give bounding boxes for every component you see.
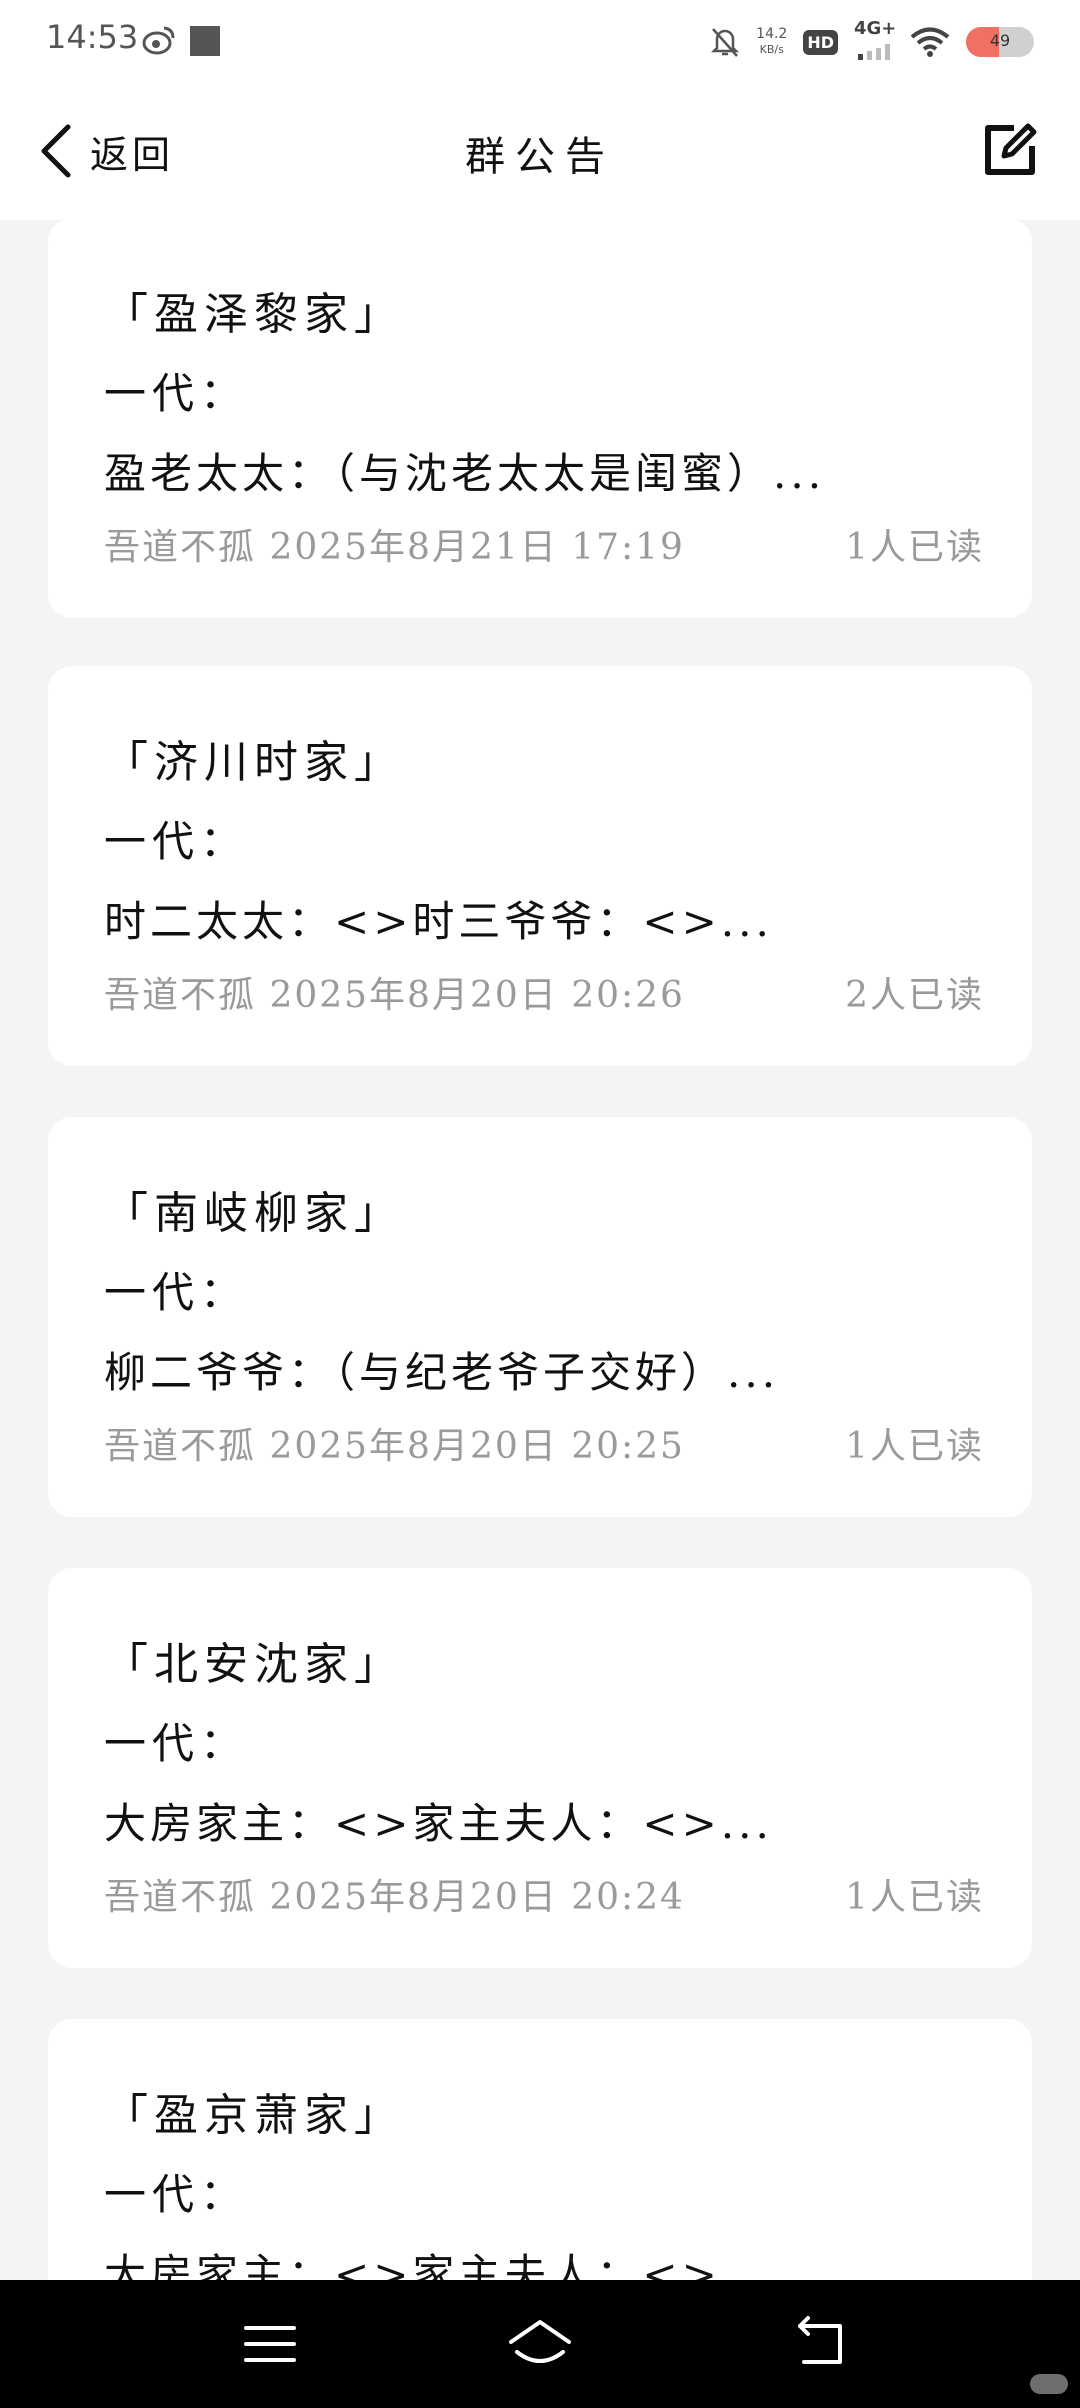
announcement-preview: 大房家主：<>家主夫人：<>... [104, 2250, 773, 2280]
announcement-meta: 吾道不孤 2025年8月20日 20:26 [104, 975, 685, 1016]
edit-icon[interactable] [980, 120, 1040, 180]
battery-icon: 49 [966, 27, 1034, 57]
announcement-card[interactable]: 「北安沈家」 一代： 大房家主：<>家主夫人：<>... 吾道不孤 2025年8… [48, 1568, 1032, 1968]
announcement-preview: 时二太太：<>时三爷爷：<>... [104, 897, 773, 946]
announcement-generation: 一代： [104, 817, 249, 866]
announcement-meta: 吾道不孤 2025年8月21日 17:19 [104, 527, 685, 568]
weibo-icon [142, 26, 175, 55]
network-speed-unit: KB/s [759, 43, 784, 56]
announcement-title: 「盈京萧家」 [104, 2090, 404, 2141]
network-speed: 14.2 KB/s [756, 27, 787, 57]
announcement-card[interactable]: 「盈京萧家」 一代： 大房家主：<>家主夫人：<>... [48, 2019, 1032, 2280]
announcement-list[interactable]: 「盈泽黎家」 一代： 盈老太太：（与沈老太太是闺蜜）... 吾道不孤 2025年… [0, 0, 1080, 2280]
status-time: 14:53 [46, 18, 139, 56]
app-header: 返回 群公告 [0, 80, 1080, 220]
announcement-preview: 柳二爷爷：（与纪老爷子交好）... [104, 1348, 780, 1397]
notification-icon [190, 26, 220, 56]
announcement-read-count[interactable]: 1人已读 [845, 1417, 984, 1469]
menu-icon[interactable] [240, 2314, 300, 2374]
announcement-meta: 吾道不孤 2025年8月20日 20:25 [104, 1426, 685, 1467]
network-type: 4G+ [854, 18, 897, 39]
status-bar: 14:53 14.2 KB/s HD 4G+ 49 [0, 0, 1080, 80]
page-title: 群公告 [465, 134, 615, 180]
home-icon[interactable] [505, 2314, 575, 2374]
mute-icon [711, 28, 740, 57]
announcement-generation: 一代： [104, 369, 249, 418]
announcement-card[interactable]: 「济川时家」 一代： 时二太太：<>时三爷爷：<>... 吾道不孤 2025年8… [48, 666, 1032, 1066]
hd-badge: HD [803, 29, 838, 55]
announcement-generation: 一代： [104, 1719, 249, 1768]
announcement-title: 「济川时家」 [104, 737, 404, 788]
announcement-read-count[interactable]: 1人已读 [845, 518, 984, 570]
wifi-icon [910, 27, 950, 57]
announcement-generation: 一代： [104, 2170, 249, 2219]
navigation-bar [0, 2280, 1080, 2408]
announcement-title: 「南岐柳家」 [104, 1188, 404, 1239]
announcement-title: 「北安沈家」 [104, 1639, 404, 1690]
announcement-meta: 吾道不孤 2025年8月20日 20:24 [104, 1877, 685, 1918]
battery-level: 49 [989, 31, 1011, 50]
announcement-preview: 盈老太太：（与沈老太太是闺蜜）... [104, 449, 826, 498]
announcement-read-count[interactable]: 1人已读 [845, 1868, 984, 1920]
announcement-title: 「盈泽黎家」 [104, 289, 404, 340]
back-arrow-icon[interactable] [790, 2314, 850, 2374]
announcement-card[interactable]: 「盈泽黎家」 一代： 盈老太太：（与沈老太太是闺蜜）... 吾道不孤 2025年… [48, 218, 1032, 618]
announcement-card[interactable]: 「南岐柳家」 一代： 柳二爷爷：（与纪老爷子交好）... 吾道不孤 2025年8… [48, 1117, 1032, 1517]
network-speed-value: 14.2 [756, 26, 788, 42]
announcement-read-count[interactable]: 2人已读 [845, 966, 984, 1018]
watermark-badge [1030, 2374, 1068, 2394]
announcement-preview: 大房家主：<>家主夫人：<>... [104, 1799, 773, 1848]
announcement-generation: 一代： [104, 1268, 249, 1317]
signal-icon: 4G+ [854, 18, 896, 62]
